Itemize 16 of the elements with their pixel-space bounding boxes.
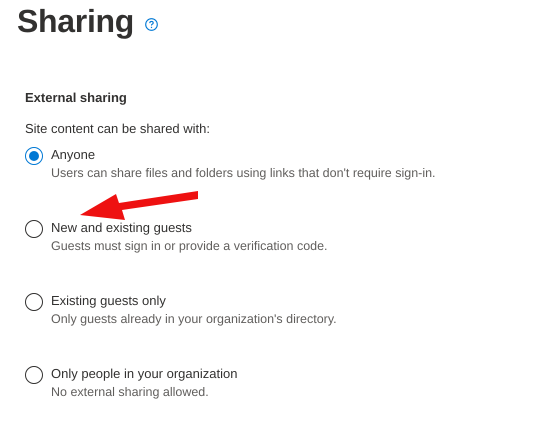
help-icon[interactable] (145, 18, 158, 30)
prompt-text: Site content can be shared with: (25, 121, 212, 136)
option-description: Only guests already in your organization's directory. (51, 311, 337, 328)
radio-button[interactable] (25, 147, 43, 165)
option-description: Guests must sign in or provide a verification code. (51, 238, 328, 255)
option-label: Existing guests only (51, 292, 167, 310)
radio-button[interactable] (25, 366, 43, 384)
option-label: New and existing guests (51, 219, 193, 237)
option-label: Anyone (51, 146, 96, 164)
radio-button[interactable] (25, 293, 43, 311)
section-title: External sharing (25, 90, 128, 105)
option-description: Users can share files and folders using links that don't require sign-in. (51, 165, 436, 182)
page-title: Sharing (17, 2, 134, 40)
option-description: No external sharing allowed. (51, 384, 210, 401)
option-label: Only people in your organization (51, 365, 238, 383)
radio-button[interactable] (25, 220, 43, 238)
